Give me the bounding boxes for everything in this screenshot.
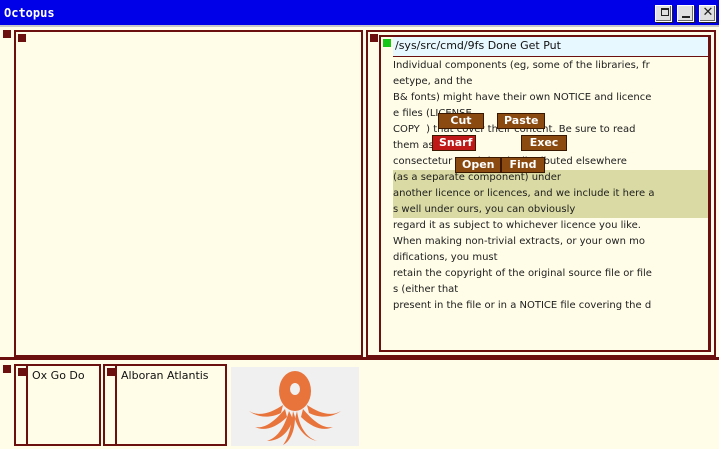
snarf-button[interactable]: Snarf: [432, 135, 476, 151]
body-line: Individual components (eg, some of the l…: [393, 60, 650, 71]
body-line-selected: (as a separate component) under: [393, 170, 708, 186]
item-tag[interactable]: [107, 368, 115, 376]
octopus-logo: [231, 367, 359, 446]
body-line: When making non-trivial extracts, or you…: [393, 236, 645, 247]
left-column: [14, 30, 363, 357]
row-tag[interactable]: [3, 30, 11, 38]
body-line: retain the copyright of the original sou…: [393, 268, 652, 279]
body-line-selected: another licence or licences, and we incl…: [393, 186, 708, 202]
body-line: consectetur and that is distributed else…: [393, 156, 627, 167]
octopus-icon: [249, 371, 341, 445]
open-button[interactable]: Open: [455, 157, 501, 173]
body-line: B& fonts) might have their own NOTICE an…: [393, 92, 652, 103]
item-label: Alboran Atlantis: [119, 366, 225, 386]
row-tag[interactable]: [3, 365, 11, 373]
column-tag[interactable]: [370, 34, 378, 42]
main-row: /sys/src/cmd/9fs Done Get Put Individual…: [0, 29, 719, 360]
text-window: /sys/src/cmd/9fs Done Get Put Individual…: [379, 35, 711, 352]
title-bar: Octopus ✕: [0, 0, 719, 27]
body-line: regard it as subject to whichever licenc…: [393, 220, 641, 231]
body-line: difications, you must: [393, 252, 498, 263]
window-body[interactable]: Individual components (eg, some of the l…: [393, 58, 708, 350]
window-tag-modified[interactable]: [383, 39, 391, 47]
item-frame: Alboran Atlantis: [115, 366, 225, 444]
close-button[interactable]: ✕: [699, 5, 716, 22]
window-tagline[interactable]: /sys/src/cmd/9fs Done Get Put: [393, 37, 708, 57]
minimize-button[interactable]: [677, 5, 694, 22]
minimize-icon: [682, 16, 690, 18]
body-line: present in the file or in a NOTICE file …: [393, 300, 652, 311]
close-icon: ✕: [702, 5, 714, 20]
body-line: eetype, and the: [393, 76, 473, 87]
right-column: /sys/src/cmd/9fs Done Get Put Individual…: [366, 30, 716, 357]
body-line: s (either that: [393, 284, 459, 295]
item-label: Ox Go Do: [30, 366, 99, 386]
paste-button[interactable]: Paste: [497, 113, 545, 129]
bottom-item[interactable]: Ox Go Do: [14, 364, 101, 446]
bottom-row: Ox Go Do Alboran Atlantis: [0, 363, 719, 449]
item-frame: Ox Go Do: [26, 366, 99, 444]
body-line-selected: s well under ours, you can obviously: [393, 202, 708, 218]
bottom-item[interactable]: Alboran Atlantis: [103, 364, 227, 446]
main-area: /sys/src/cmd/9fs Done Get Put Individual…: [0, 29, 719, 449]
restore-icon: [661, 8, 669, 16]
cut-button[interactable]: Cut: [438, 113, 484, 129]
column-tag[interactable]: [18, 34, 26, 42]
exec-button[interactable]: Exec: [521, 135, 567, 151]
item-tag[interactable]: [18, 368, 26, 376]
window-title: Octopus: [4, 6, 55, 20]
find-button[interactable]: Find: [501, 157, 545, 173]
restore-button[interactable]: [655, 5, 672, 22]
